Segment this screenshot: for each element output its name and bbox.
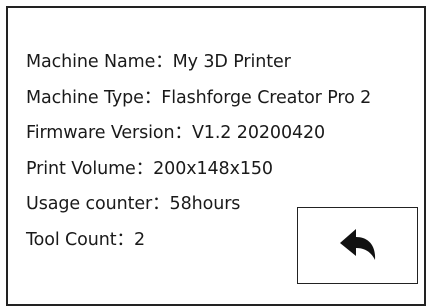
tool-count-separator: ： [116,229,135,250]
machine-type-label: Machine Type [26,87,144,108]
back-arrow-icon [340,229,376,260]
machine-name-value: My 3D Printer [172,52,291,72]
machine-name-row: Machine Name：My 3D Printer [26,48,371,84]
machine-name-separator: ： [155,52,173,72]
firmware-version-value: V1.2 20200420 [191,123,326,143]
print-volume-row: Print Volume：200x148x150 [26,155,371,191]
tool-count-value: 2 [133,229,145,250]
back-button[interactable] [297,207,418,284]
machine-type-value: Flashforge Creator Pro 2 [161,87,372,108]
tool-count-label: Tool Count [26,229,117,250]
print-volume-value: 200x148x150 [153,158,273,179]
usage-counter-separator: ： [152,194,170,214]
print-volume-label: Print Volume [26,158,136,179]
machine-info-screen: Machine Name：My 3D Printer Machine Type：… [0,0,438,306]
usage-counter-label: Usage counter [26,194,153,214]
firmware-version-row: Firmware Version：V1.2 20200420 [26,119,371,155]
machine-type-separator: ： [143,87,162,108]
machine-name-label: Machine Name [26,52,156,72]
machine-type-row: Machine Type：Flashforge Creator Pro 2 [26,84,371,120]
usage-counter-value: 58hours [169,194,241,214]
print-volume-separator: ： [135,158,154,179]
firmware-version-separator: ： [174,123,193,143]
firmware-version-label: Firmware Version [26,123,175,143]
